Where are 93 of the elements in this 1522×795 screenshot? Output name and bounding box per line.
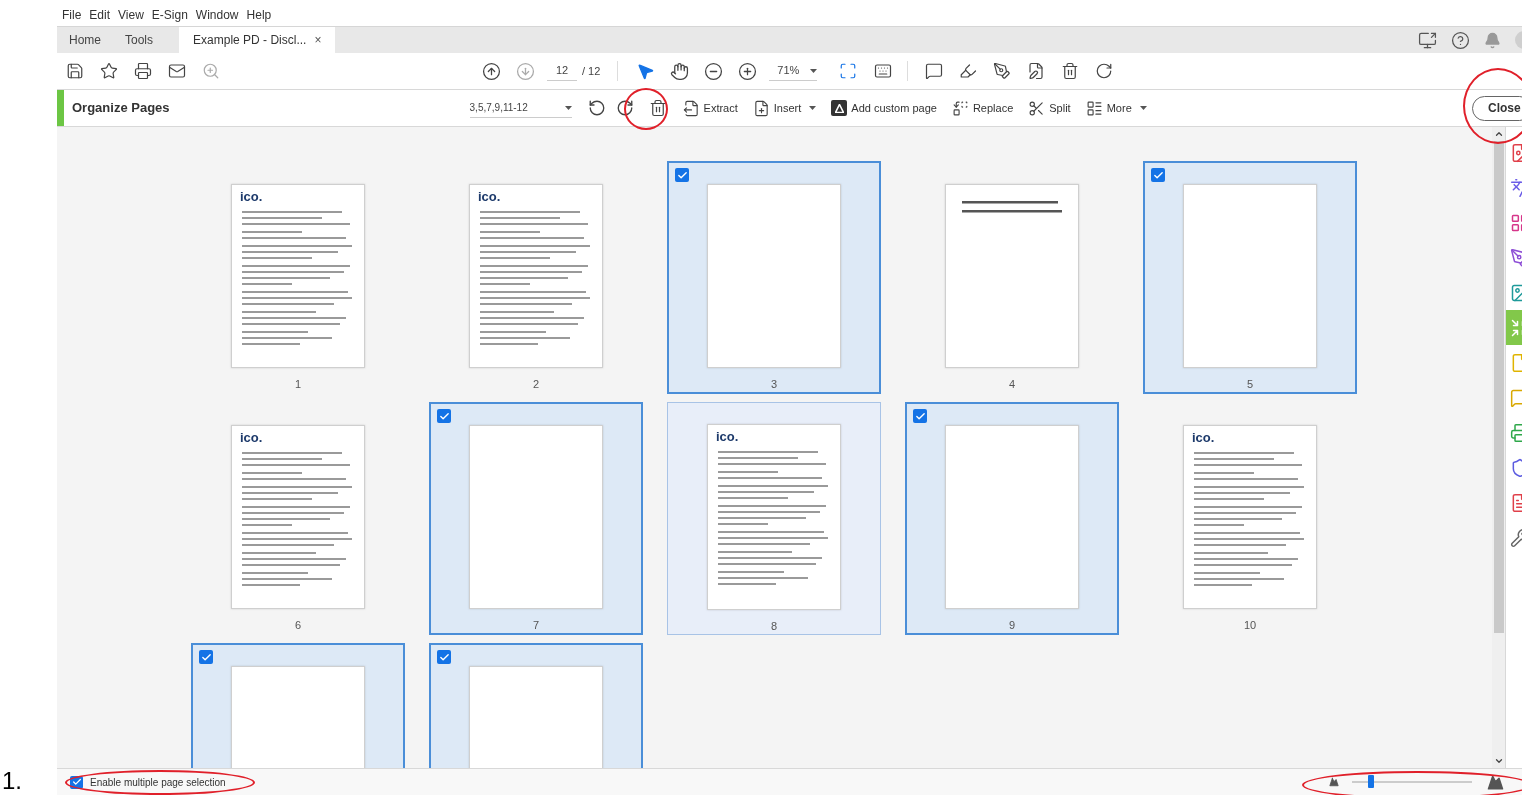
printer-icon[interactable] <box>134 62 152 80</box>
page-number: 4 <box>1008 376 1016 392</box>
scrollbar[interactable] <box>1492 127 1505 768</box>
checkbox[interactable] <box>199 650 213 664</box>
menu-item[interactable]: Window <box>195 6 239 24</box>
active-tool-indicator <box>57 90 64 126</box>
mail-icon[interactable] <box>168 62 186 80</box>
page-cell[interactable]: ico. 6 <box>191 402 405 635</box>
toolbar-button[interactable]: Add custom page <box>831 99 937 117</box>
caret-icon <box>1139 106 1147 110</box>
fit-page-icon[interactable] <box>839 62 858 80</box>
page-cell[interactable]: 9 <box>905 402 1119 635</box>
zoom-dropdown[interactable]: 71% <box>769 61 818 81</box>
replace-icon <box>951 99 969 117</box>
menu-item[interactable]: File <box>62 6 82 24</box>
annotation-number: 1. <box>1 769 23 795</box>
list-icon <box>1085 99 1103 117</box>
page-cell[interactable]: 4 <box>905 161 1119 394</box>
menu-item[interactable]: Help <box>246 6 272 24</box>
checkbox[interactable] <box>913 409 927 423</box>
page-cell[interactable]: 3 <box>667 161 881 394</box>
zoom-in-icon[interactable] <box>738 61 758 81</box>
trash-icon[interactable] <box>1061 62 1080 80</box>
page-number: 10 <box>1243 617 1257 633</box>
edit-file-icon[interactable] <box>1027 62 1046 80</box>
page-number-field[interactable]: 12 <box>547 61 577 81</box>
toolbar-button[interactable]: Split <box>1028 99 1071 117</box>
zoom-slider[interactable] <box>1349 775 1475 789</box>
trash-icon[interactable] <box>648 99 667 117</box>
extract-icon <box>682 99 700 117</box>
toolbar-button[interactable]: More <box>1085 99 1147 117</box>
rotate-icon[interactable] <box>1095 62 1114 80</box>
toolbar-button[interactable]: Extract <box>682 99 738 117</box>
pointer-icon[interactable] <box>636 61 656 81</box>
page-number: 5 <box>1246 376 1254 392</box>
small-mountain-icon[interactable] <box>1329 777 1339 787</box>
scroll-down-icon[interactable] <box>1493 756 1504 766</box>
page-logo: ico. <box>240 431 263 444</box>
page-cell[interactable]: 5 <box>1143 161 1357 394</box>
undo-icon[interactable] <box>587 99 606 117</box>
help-icon[interactable] <box>1451 30 1470 50</box>
menu-item[interactable]: View <box>118 6 144 24</box>
page-cell[interactable]: ico. 2 <box>429 161 643 394</box>
zoom-out-icon[interactable] <box>704 61 724 81</box>
page-logo: ico. <box>716 430 739 443</box>
custom-page-icon <box>831 100 848 116</box>
page-cell[interactable]: ico. 1 <box>191 161 405 394</box>
page-number: 9 <box>1008 617 1016 633</box>
checkbox[interactable] <box>675 168 689 182</box>
checkbox[interactable] <box>437 409 451 423</box>
page-logo: ico. <box>1192 431 1215 444</box>
menu-item[interactable]: E-Sign <box>151 6 188 24</box>
redo-icon[interactable] <box>615 99 634 117</box>
page-number: 7 <box>532 617 540 633</box>
page-total: / 12 <box>582 63 601 79</box>
page-number: 8 <box>770 618 778 634</box>
page-number: 3 <box>770 376 778 392</box>
menu-item[interactable]: Edit <box>89 6 111 24</box>
checkbox[interactable] <box>1151 168 1165 182</box>
hand-icon[interactable] <box>670 61 690 81</box>
caret-icon <box>809 106 817 110</box>
page-cell[interactable]: ico. 10 <box>1143 402 1357 635</box>
highlighter-icon[interactable] <box>959 62 978 80</box>
page-range-field[interactable]: 3,5,7,9,11-12 <box>469 98 572 118</box>
save-icon[interactable] <box>66 62 84 80</box>
toolbar-button[interactable]: Insert <box>752 99 817 117</box>
scissors-icon <box>1028 99 1046 117</box>
star-icon[interactable] <box>100 62 118 80</box>
insert-page-icon <box>752 99 770 117</box>
page-number: 1 <box>294 376 302 392</box>
caret-icon <box>564 105 572 110</box>
close-tab-button[interactable]: × <box>314 31 322 49</box>
share-icon[interactable] <box>1418 30 1437 50</box>
page-logo: ico. <box>240 190 263 203</box>
tab[interactable]: Tools <box>113 27 166 53</box>
checkbox[interactable] <box>70 775 83 789</box>
comment-icon[interactable] <box>925 62 944 80</box>
panel-title: Organize Pages <box>72 99 170 118</box>
page-cell[interactable]: ico. 8 <box>667 402 881 635</box>
page-number: 6 <box>294 617 302 633</box>
checkbox[interactable] <box>437 650 451 664</box>
keyboard-icon[interactable] <box>874 62 893 80</box>
page-cell[interactable]: 7 <box>429 402 643 635</box>
page-number: 2 <box>532 376 540 392</box>
checkbox-label: Enable multiple page selection <box>90 775 226 790</box>
scroll-up-icon[interactable] <box>1493 129 1504 139</box>
tab[interactable]: Home <box>57 27 113 53</box>
tab[interactable]: Example PD - Discl... × <box>179 27 336 53</box>
caret-icon <box>810 68 818 73</box>
page-logo: ico. <box>478 190 501 203</box>
toolbar-button[interactable]: Replace <box>951 99 1014 117</box>
slider-thumb[interactable] <box>1368 775 1375 788</box>
pen-icon[interactable] <box>993 62 1012 80</box>
